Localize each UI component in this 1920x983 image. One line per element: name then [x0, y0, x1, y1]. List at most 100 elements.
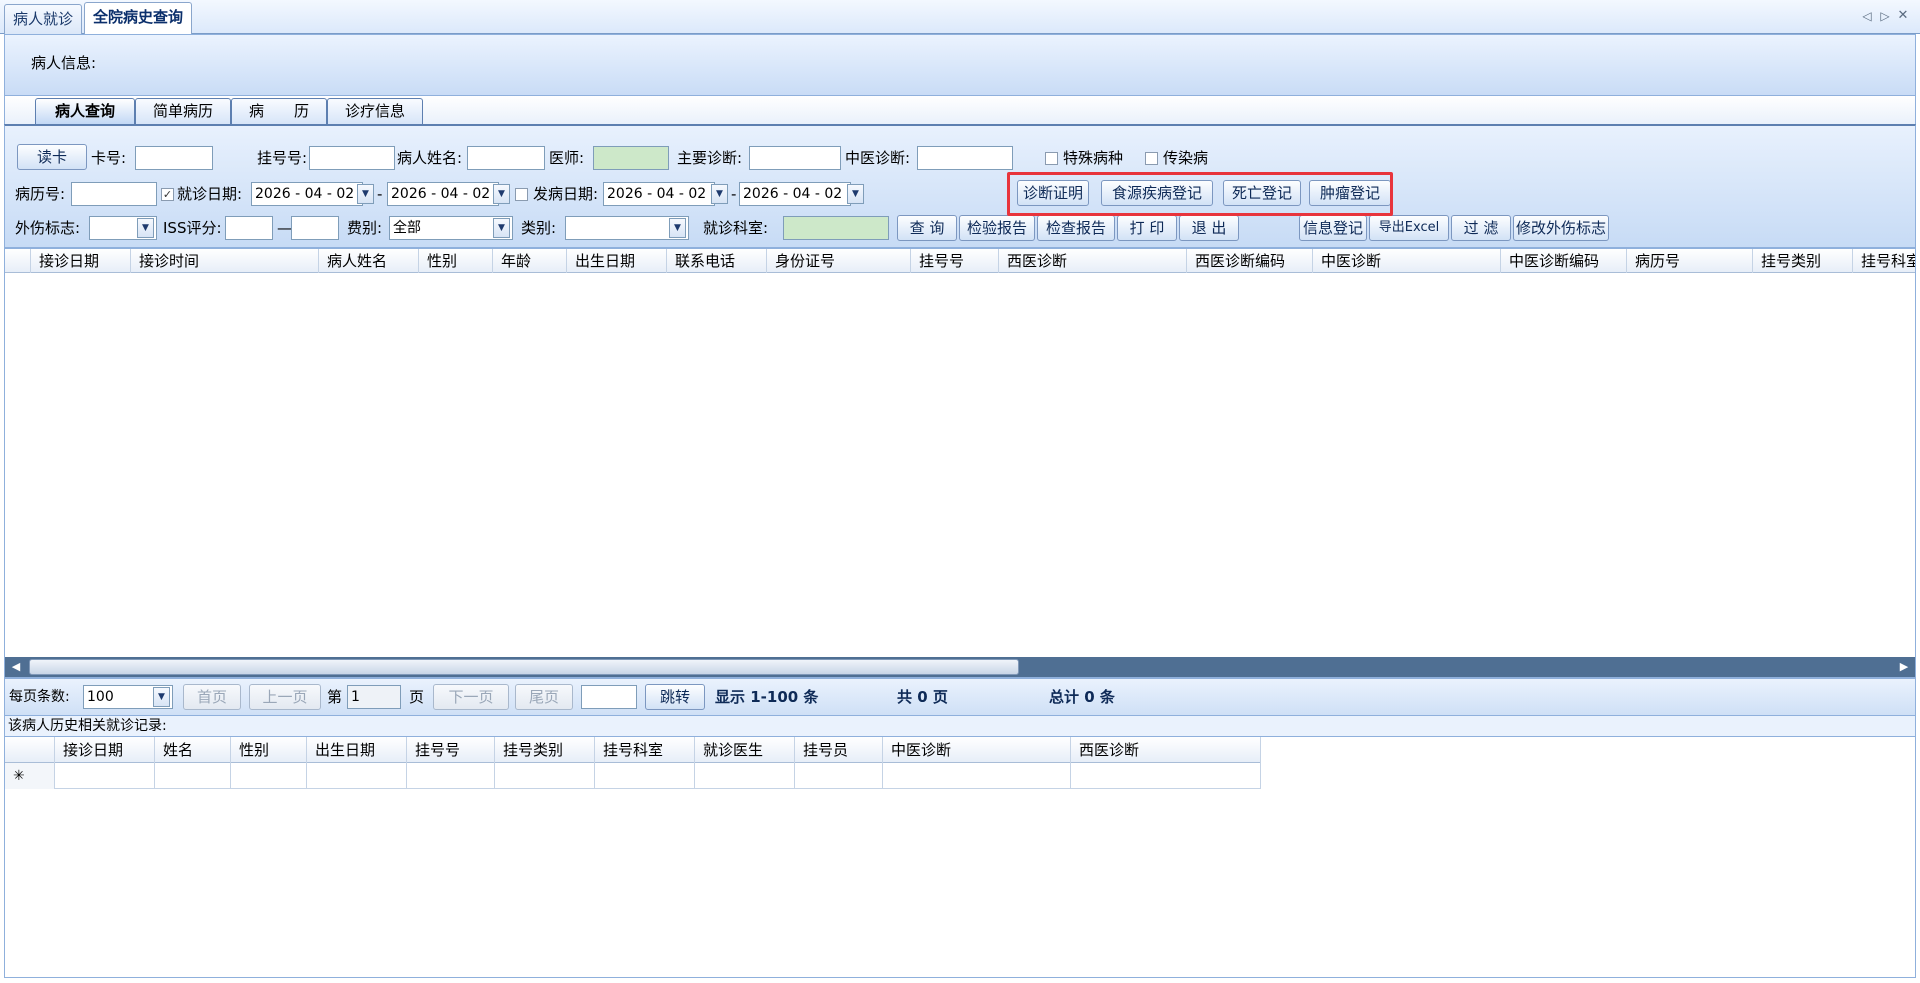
iss-score-from-input[interactable] — [225, 216, 273, 240]
column-header[interactable]: 挂号号 — [407, 737, 495, 763]
special-disease-checkbox[interactable] — [1045, 152, 1058, 165]
column-header[interactable]: 姓名 — [155, 737, 231, 763]
infectious-checkbox[interactable] — [1145, 152, 1158, 165]
tab-patient-visit[interactable]: 病人就诊 — [4, 4, 83, 34]
visit-date-to-input[interactable]: 2026 - 04 - 02 — [387, 182, 499, 206]
table-cell[interactable] — [307, 763, 407, 789]
main-diag-label: 主要诊断: — [677, 149, 743, 167]
visit-date-checkbox[interactable]: ✓ — [161, 188, 174, 201]
column-header[interactable]: 挂号科室 — [1853, 249, 1915, 273]
patient-name-input[interactable] — [467, 146, 545, 170]
exit-button[interactable]: 退 出 — [1179, 215, 1239, 241]
highlight-box — [1007, 172, 1393, 216]
column-header[interactable]: 病历号 — [1627, 249, 1753, 273]
column-header[interactable]: 病人姓名 — [319, 249, 419, 273]
column-header[interactable]: 就诊医生 — [695, 737, 795, 763]
page-number-input[interactable]: 1 — [347, 685, 401, 709]
last-page-button[interactable]: 尾页 — [515, 684, 573, 710]
column-header[interactable]: 出生日期 — [567, 249, 667, 273]
table-cell[interactable] — [595, 763, 695, 789]
column-header[interactable]: 西医诊断 — [999, 249, 1187, 273]
doctor-input[interactable] — [593, 146, 669, 170]
scroll-right-arrow-icon[interactable]: ▶ — [1897, 660, 1911, 674]
column-header[interactable]: 中医诊断 — [1313, 249, 1501, 273]
column-header[interactable]: 西医诊断编码 — [1187, 249, 1313, 273]
scroll-left-icon[interactable]: ◁ — [1860, 8, 1874, 24]
onset-date-checkbox[interactable] — [515, 188, 528, 201]
horizontal-scrollbar[interactable]: ◀ ▶ — [5, 657, 1915, 677]
prev-page-button[interactable]: 上一页 — [249, 684, 321, 710]
scrollbar-thumb[interactable] — [29, 659, 1019, 675]
jump-button[interactable]: 跳转 — [645, 684, 705, 710]
close-icon[interactable]: ✕ — [1896, 8, 1910, 24]
query-button[interactable]: 查 询 — [897, 215, 957, 241]
column-header[interactable]: 挂号类别 — [495, 737, 595, 763]
onset-date-to-input[interactable]: 2026 - 04 - 02 — [739, 182, 851, 206]
edit-trauma-flag-button[interactable]: 修改外伤标志 — [1513, 215, 1609, 241]
column-header[interactable]: 挂号类别 — [1753, 249, 1853, 273]
visit-date-to-dropdown-icon[interactable]: ▼ — [493, 184, 510, 204]
table-cell[interactable] — [795, 763, 883, 789]
first-page-button[interactable]: 首页 — [183, 684, 241, 710]
fee-type-dropdown-icon[interactable]: ▼ — [493, 218, 510, 238]
table-cell[interactable] — [1071, 763, 1261, 789]
trauma-flag-label: 外伤标志: — [15, 219, 81, 237]
column-header[interactable]: 年龄 — [493, 249, 567, 273]
column-header[interactable]: 性别 — [231, 737, 307, 763]
column-header[interactable]: 身份证号 — [767, 249, 911, 273]
onset-date-from-input[interactable]: 2026 - 04 - 02 — [603, 182, 715, 206]
tab-simple-record[interactable]: 简单病历 — [135, 98, 231, 124]
table-cell[interactable] — [231, 763, 307, 789]
per-page-dropdown-icon[interactable]: ▼ — [153, 687, 170, 707]
tab-history-query[interactable]: 全院病史查询 — [84, 2, 193, 35]
tab-medical-record[interactable]: 病 历 — [231, 98, 327, 124]
table-cell[interactable] — [883, 763, 1071, 789]
onset-date-from-dropdown-icon[interactable]: ▼ — [711, 184, 728, 204]
jump-page-input[interactable] — [581, 685, 637, 709]
column-header[interactable]: 性别 — [419, 249, 493, 273]
column-header[interactable]: 接诊时间 — [131, 249, 319, 273]
column-header[interactable]: 接诊日期 — [31, 249, 131, 273]
scroll-left-arrow-icon[interactable]: ◀ — [9, 660, 23, 674]
history-records-grid[interactable]: 接诊日期 姓名 性别 出生日期 挂号号 挂号类别 挂号科室 就诊医生 挂号员 中… — [4, 736, 1916, 978]
record-no-input[interactable] — [71, 182, 157, 206]
main-diag-input[interactable] — [749, 146, 841, 170]
column-header[interactable]: 西医诊断 — [1071, 737, 1261, 763]
category-dropdown-icon[interactable]: ▼ — [669, 218, 686, 238]
print-button[interactable]: 打 印 — [1117, 215, 1177, 241]
column-header[interactable]: 挂号科室 — [595, 737, 695, 763]
tab-treatment-info[interactable]: 诊疗信息 — [327, 98, 423, 124]
scroll-right-icon[interactable]: ▷ — [1878, 8, 1892, 24]
read-card-button[interactable]: 读卡 — [17, 144, 87, 170]
onset-date-to-dropdown-icon[interactable]: ▼ — [847, 184, 864, 204]
card-no-input[interactable] — [135, 146, 213, 170]
column-header[interactable]: 出生日期 — [307, 737, 407, 763]
column-header[interactable]: 中医诊断编码 — [1501, 249, 1627, 273]
info-register-button[interactable]: 信息登记 — [1299, 215, 1367, 241]
exam-report-button[interactable]: 检查报告 — [1037, 215, 1115, 241]
reg-no-input[interactable] — [309, 146, 395, 170]
dept-input[interactable] — [783, 216, 889, 240]
table-cell[interactable] — [55, 763, 155, 789]
iss-score-to-input[interactable] — [291, 216, 339, 240]
column-header[interactable]: 挂号号 — [911, 249, 999, 273]
trauma-flag-dropdown-icon[interactable]: ▼ — [137, 218, 154, 238]
table-cell[interactable] — [695, 763, 795, 789]
table-cell[interactable] — [155, 763, 231, 789]
visit-date-from-dropdown-icon[interactable]: ▼ — [357, 184, 374, 204]
column-header[interactable]: 联系电话 — [667, 249, 767, 273]
column-header[interactable]: 中医诊断 — [883, 737, 1071, 763]
table-cell[interactable] — [495, 763, 595, 789]
tcm-diag-input[interactable] — [917, 146, 1013, 170]
tab-patient-query[interactable]: 病人查询 — [35, 98, 135, 124]
patient-result-grid[interactable]: 接诊日期 接诊时间 病人姓名 性别 年龄 出生日期 联系电话 身份证号 挂号号 … — [4, 248, 1916, 678]
table-cell[interactable] — [407, 763, 495, 789]
export-excel-button[interactable]: 导出Excel — [1369, 215, 1449, 241]
new-row[interactable]: ✳ — [5, 763, 1261, 789]
next-page-button[interactable]: 下一页 — [433, 684, 509, 710]
column-header[interactable]: 接诊日期 — [55, 737, 155, 763]
visit-date-from-input[interactable]: 2026 - 04 - 02 — [251, 182, 363, 206]
filter-button[interactable]: 过 滤 — [1451, 215, 1511, 241]
lab-report-button[interactable]: 检验报告 — [959, 215, 1035, 241]
column-header[interactable]: 挂号员 — [795, 737, 883, 763]
